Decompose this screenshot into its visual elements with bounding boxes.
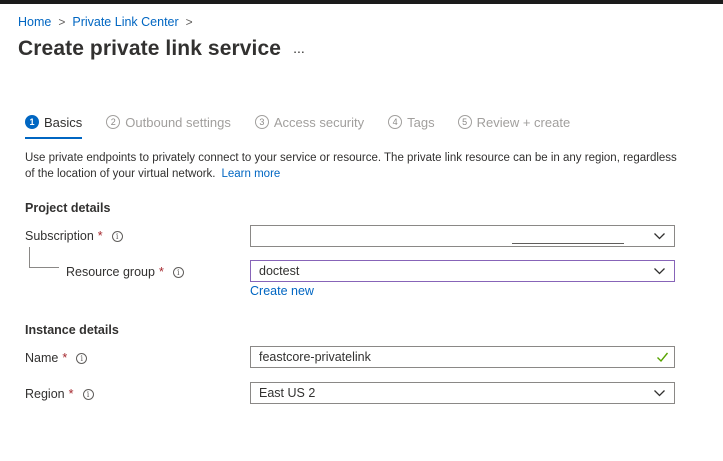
tree-connector — [29, 267, 59, 268]
tree-connector — [29, 247, 30, 268]
chevron-down-icon — [654, 233, 665, 240]
step-number-badge: 4 — [388, 115, 403, 129]
step-number-badge: 1 — [25, 115, 39, 129]
chevron-down-icon — [654, 390, 665, 397]
info-icon[interactable]: i — [76, 352, 88, 364]
resource-group-label: Resource group * i — [66, 263, 184, 281]
resource-group-dropdown[interactable]: doctest — [250, 260, 675, 282]
info-icon[interactable]: i — [172, 266, 184, 278]
breadcrumb-separator-icon: > — [185, 15, 193, 29]
description: Use private endpoints to privately conne… — [25, 150, 685, 182]
region-label-text: Region — [25, 387, 65, 401]
subscription-label-text: Subscription — [25, 229, 94, 243]
breadcrumb: Home > Private Link Center > — [18, 14, 200, 30]
subscription-value-underline — [512, 243, 624, 244]
tab-label: Outbound settings — [125, 114, 231, 130]
tab-outbound-settings[interactable]: 2 Outbound settings — [106, 112, 231, 132]
project-details-heading: Project details — [25, 201, 111, 215]
required-marker: * — [68, 387, 74, 401]
tab-access-security[interactable]: 3 Access security — [254, 112, 365, 132]
create-new-resource-group-link[interactable]: Create new — [250, 284, 314, 298]
info-icon[interactable]: i — [111, 230, 123, 242]
tab-basics[interactable]: 1 Basics — [25, 112, 83, 139]
page-title: Create private link service — [18, 37, 282, 60]
region-label: Region * i — [25, 385, 94, 403]
region-value: East US 2 — [259, 386, 316, 400]
name-label-text: Name — [25, 351, 59, 365]
step-number-badge: 5 — [457, 115, 472, 129]
top-bar — [0, 0, 723, 4]
tab-tags[interactable]: 4 Tags — [388, 112, 435, 132]
subscription-label: Subscription * i — [25, 227, 123, 245]
resource-group-value: doctest — [259, 264, 300, 278]
required-marker: * — [158, 265, 164, 279]
instance-details-heading: Instance details — [25, 323, 119, 337]
chevron-down-icon — [654, 268, 665, 275]
name-input[interactable]: feastcore-privatelink — [250, 346, 675, 368]
tab-label: Tags — [407, 114, 435, 130]
checkmark-icon — [657, 352, 669, 363]
wizard-tabs: 1 Basics 2 Outbound settings 3 Access se… — [25, 112, 571, 139]
breadcrumb-home[interactable]: Home — [18, 15, 51, 29]
name-value: feastcore-privatelink — [259, 350, 371, 364]
tab-label: Basics — [44, 114, 83, 130]
breadcrumb-private-link-center[interactable]: Private Link Center — [72, 15, 178, 29]
name-label: Name * i — [25, 349, 88, 367]
required-marker: * — [62, 351, 68, 365]
breadcrumb-separator-icon: > — [58, 15, 66, 29]
required-marker: * — [97, 229, 103, 243]
tab-label: Review + create — [476, 114, 571, 130]
more-options-button[interactable]: ... — [290, 41, 308, 57]
tab-label: Access security — [273, 114, 365, 130]
region-dropdown[interactable]: East US 2 — [250, 382, 675, 404]
step-number-badge: 2 — [106, 115, 121, 129]
description-text: Use private endpoints to privately conne… — [25, 152, 677, 180]
tab-review-create[interactable]: 5 Review + create — [457, 112, 571, 132]
resource-group-label-text: Resource group — [66, 265, 155, 279]
learn-more-link[interactable]: Learn more — [222, 168, 281, 180]
info-icon[interactable]: i — [82, 388, 94, 400]
step-number-badge: 3 — [254, 115, 269, 129]
